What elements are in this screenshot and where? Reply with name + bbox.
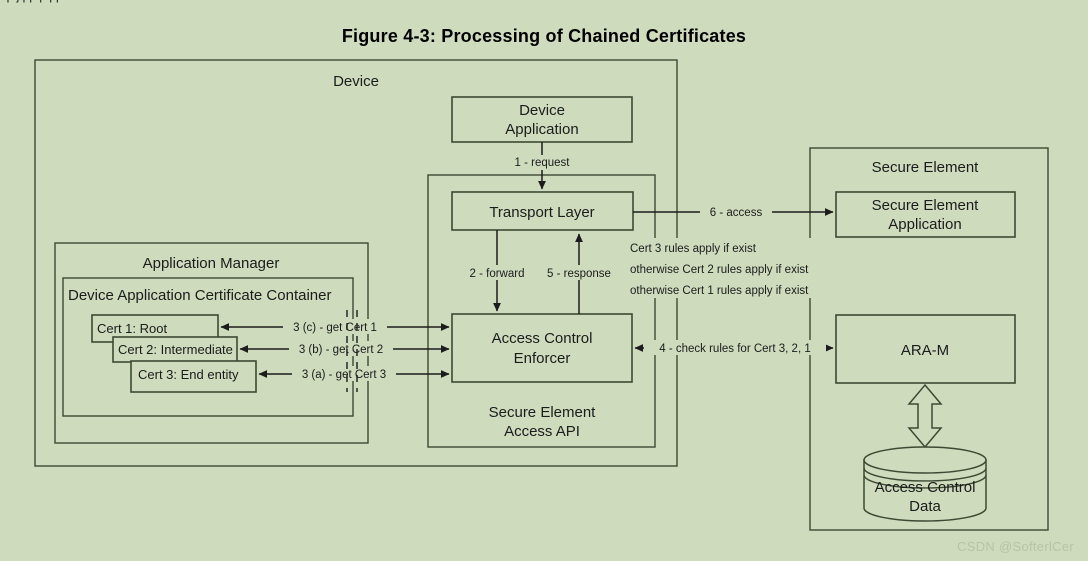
- se-application-label-line1: Secure Element: [872, 197, 980, 214]
- access-control-data-cylinder[interactable]: Access Control Data: [863, 446, 987, 522]
- flow-5-response-label: 5 - response: [547, 268, 611, 280]
- application-manager-label: Application Manager: [143, 255, 280, 272]
- access-control-data-label-line1: Access Control: [875, 479, 976, 496]
- cert-3-label: Cert 3: End entity: [138, 367, 239, 382]
- flow-6-access-label: 6 - access: [710, 207, 763, 219]
- flow-3a-get-cert3-label: 3 (a) - get Cert 3: [302, 369, 386, 381]
- flow-3c-get-cert1-label: 3 (c) - get Cert 1: [293, 322, 377, 334]
- access-control-data-label-line2: Data: [909, 498, 941, 515]
- figure-page: t p j pp p pp Figure 4-3: Processing of …: [0, 0, 1088, 561]
- cert-2-label: Cert 2: Intermediate: [118, 342, 233, 357]
- csdn-watermark: CSDN @SofterlCer: [957, 539, 1074, 554]
- device-application-label-line1: Device: [519, 102, 565, 119]
- rule-annotation-group: Cert 3 rules apply if exist otherwise Ce…: [628, 238, 846, 298]
- certificate-container-label: Device Application Certificate Container: [68, 287, 331, 304]
- flow-4-check-rules-label: 4 - check rules for Cert 3, 2, 1: [659, 343, 810, 355]
- ara-m-data-double-arrow: [907, 383, 943, 449]
- transport-layer-label: Transport Layer: [489, 204, 594, 221]
- flow-2-forward-label: 2 - forward: [470, 268, 525, 280]
- se-application-label-line2: Application: [888, 216, 961, 233]
- access-control-enforcer-label-line1: Access Control: [492, 330, 593, 347]
- rule-line-2: otherwise Cert 2 rules apply if exist: [630, 264, 809, 276]
- rule-line-3: otherwise Cert 1 rules apply if exist: [630, 285, 809, 297]
- flow-1-request-label: 1 - request: [515, 157, 571, 169]
- cert-1-label: Cert 1: Root: [97, 321, 167, 336]
- secure-element-label: Secure Element: [872, 159, 980, 176]
- device-container-label: Device: [333, 73, 379, 90]
- ara-m-label: ARA-M: [901, 342, 949, 359]
- rule-line-1: Cert 3 rules apply if exist: [630, 243, 757, 255]
- device-application-label-line2: Application: [505, 121, 578, 138]
- se-access-api-label-line1: Secure Element: [489, 404, 597, 421]
- flow-3b-get-cert2-label: 3 (b) - get Cert 2: [299, 344, 383, 356]
- se-access-api-label-line2: Access API: [504, 423, 580, 440]
- access-control-enforcer-box[interactable]: [451, 313, 633, 383]
- chained-certificates-diagram: Device Application Manager Device Applic…: [34, 59, 1049, 531]
- access-control-enforcer-label-line2: Enforcer: [514, 350, 571, 367]
